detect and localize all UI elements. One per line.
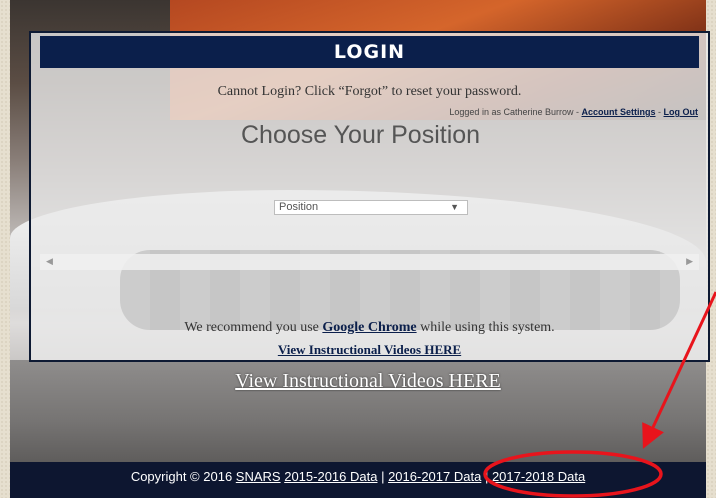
chevron-down-icon: ▼ bbox=[450, 202, 459, 212]
footer-separator: | bbox=[481, 469, 492, 484]
choose-position-heading: Choose Your Position bbox=[241, 121, 481, 149]
login-card: LOGIN Cannot Login? Click “Forgot” to re… bbox=[29, 31, 710, 362]
recommend-suffix: while using this system. bbox=[416, 320, 555, 335]
left-border bbox=[0, 0, 10, 498]
data-2015-2016-link[interactable]: 2015-2016 Data bbox=[284, 469, 377, 484]
data-2016-2017-link[interactable]: 2016-2017 Data bbox=[388, 469, 481, 484]
horizontal-scrollbar[interactable]: ◀ ▶ bbox=[40, 254, 699, 270]
data-2017-2018-link[interactable]: 2017-2018 Data bbox=[492, 469, 585, 484]
recommend-prefix: We recommend you use bbox=[184, 320, 323, 335]
login-title: LOGIN bbox=[40, 36, 699, 68]
instructional-videos-link[interactable]: View Instructional Videos HERE bbox=[31, 342, 708, 358]
footer: Copyright © 2016 SNARS 2015-2016 Data | … bbox=[10, 462, 706, 498]
browser-recommendation: We recommend you use Google Chrome while… bbox=[31, 320, 708, 336]
instructional-videos-link-outer[interactable]: View Instructional Videos HERE bbox=[0, 370, 716, 393]
copyright-text: Copyright © 2016 bbox=[130, 469, 236, 484]
logged-in-text: Logged in as Catherine Burrow - bbox=[449, 107, 582, 117]
logged-in-separator: - bbox=[655, 107, 664, 117]
position-select-value: Position bbox=[279, 201, 319, 213]
account-settings-link[interactable]: Account Settings bbox=[581, 107, 655, 117]
snars-link[interactable]: SNARS bbox=[236, 469, 281, 484]
footer-separator: | bbox=[377, 469, 389, 484]
log-out-link[interactable]: Log Out bbox=[664, 107, 699, 117]
forgot-password-hint: Cannot Login? Click “Forgot” to reset yo… bbox=[217, 84, 522, 99]
scroll-left-icon[interactable]: ◀ bbox=[46, 256, 53, 267]
logged-in-bar: Logged in as Catherine Burrow - Account … bbox=[449, 107, 698, 117]
position-select[interactable]: Position ▼ bbox=[274, 200, 468, 215]
google-chrome-link[interactable]: Google Chrome bbox=[322, 320, 416, 335]
scroll-right-icon[interactable]: ▶ bbox=[686, 256, 693, 267]
